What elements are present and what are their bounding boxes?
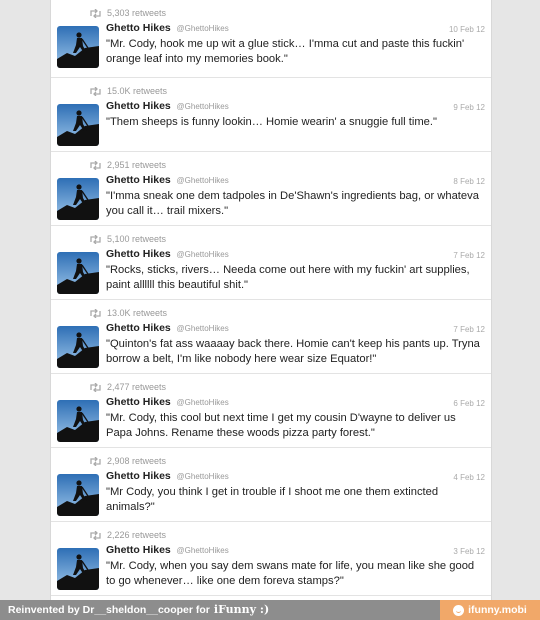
tweet-timeline: 5,303 retweets Ghetto Hikes @GhettoHikes… — [50, 0, 492, 600]
tweet-header: Ghetto Hikes @GhettoHikes — [106, 100, 229, 112]
account-handle[interactable]: @GhettoHikes — [177, 250, 229, 259]
tweet-item[interactable]: 5,100 retweets Ghetto Hikes @GhettoHikes… — [51, 226, 491, 300]
retweet-icon — [90, 86, 101, 96]
retweet-count: 2,908 retweets — [107, 456, 167, 466]
avatar[interactable] — [57, 326, 99, 368]
avatar[interactable] — [57, 104, 99, 146]
tweet-header: Ghetto Hikes @GhettoHikes — [106, 470, 229, 482]
tweet-text: "I'mma sneak one dem tadpoles in De'Shaw… — [106, 190, 479, 217]
retweet-info: 2,226 retweets — [89, 530, 166, 540]
tweet-text: "Mr. Cody, when you say dem swans mate f… — [106, 560, 475, 587]
avatar[interactable] — [57, 548, 99, 590]
tweet-date[interactable]: 6 Feb 12 — [453, 399, 485, 408]
tweet-item[interactable]: 2,908 retweets Ghetto Hikes @GhettoHikes… — [51, 448, 491, 522]
retweet-icon — [90, 530, 101, 540]
tweet-text: "Mr. Cody, this cool but next time I get… — [106, 412, 456, 439]
retweet-count: 15.0K retweets — [107, 86, 168, 96]
retweet-icon — [90, 456, 101, 466]
watermark-credit: Reinvented by Dr__sheldon__cooper for iFu… — [8, 603, 269, 616]
watermark-bar: Reinvented by Dr__sheldon__cooper for iFu… — [0, 600, 540, 620]
tweet-text: "Them sheeps is funny lookin… Homie wear… — [106, 116, 437, 128]
avatar[interactable] — [57, 26, 99, 68]
account-handle[interactable]: @GhettoHikes — [177, 102, 229, 111]
ifunny-brand: iFunny :) — [213, 603, 270, 616]
tweet-date[interactable]: 8 Feb 12 — [453, 177, 485, 186]
account-name[interactable]: Ghetto Hikes — [106, 100, 171, 112]
retweet-icon — [90, 308, 101, 318]
tweet-date[interactable]: 3 Feb 12 — [453, 547, 485, 556]
avatar[interactable] — [57, 474, 99, 516]
tweet-item[interactable]: 2,951 retweets Ghetto Hikes @GhettoHikes… — [51, 152, 491, 226]
tweet-header: Ghetto Hikes @GhettoHikes — [106, 322, 229, 334]
account-handle[interactable]: @GhettoHikes — [177, 398, 229, 407]
tweet-header: Ghetto Hikes @GhettoHikes — [106, 22, 229, 34]
retweet-icon — [90, 160, 101, 170]
retweet-info: 5,100 retweets — [89, 234, 166, 244]
tweet-item[interactable]: 15.0K retweets Ghetto Hikes @GhettoHikes… — [51, 78, 491, 152]
account-handle[interactable]: @GhettoHikes — [177, 176, 229, 185]
tweet-text: "Mr Cody, you think I get in trouble if … — [106, 486, 439, 513]
account-handle[interactable]: @GhettoHikes — [177, 24, 229, 33]
retweet-icon — [90, 234, 101, 244]
retweet-count: 5,100 retweets — [107, 234, 167, 244]
retweet-icon — [90, 382, 101, 392]
tweet-header: Ghetto Hikes @GhettoHikes — [106, 396, 229, 408]
account-name[interactable]: Ghetto Hikes — [106, 544, 171, 556]
tweet-text: "Mr. Cody, hook me up wit a glue stick… … — [106, 38, 465, 65]
account-name[interactable]: Ghetto Hikes — [106, 174, 171, 186]
avatar[interactable] — [57, 400, 99, 442]
retweet-count: 2,951 retweets — [107, 160, 167, 170]
account-name[interactable]: Ghetto Hikes — [106, 470, 171, 482]
account-name[interactable]: Ghetto Hikes — [106, 22, 171, 34]
retweet-count: 2,226 retweets — [107, 530, 167, 540]
tweet-date[interactable]: 4 Feb 12 — [453, 473, 485, 482]
tweet-date[interactable]: 9 Feb 12 — [453, 103, 485, 112]
retweet-count: 5,303 retweets — [107, 8, 167, 18]
tweet-header: Ghetto Hikes @GhettoHikes — [106, 544, 229, 556]
retweet-count: 2,477 retweets — [107, 382, 167, 392]
account-handle[interactable]: @GhettoHikes — [177, 324, 229, 333]
site-name: ifunny.mobi — [468, 604, 527, 616]
retweet-info: 15.0K retweets — [89, 86, 167, 96]
tweet-date[interactable]: 7 Feb 12 — [453, 251, 485, 260]
tweet-header: Ghetto Hikes @GhettoHikes — [106, 174, 229, 186]
tweet-item[interactable]: 13.0K retweets Ghetto Hikes @GhettoHikes… — [51, 300, 491, 374]
account-name[interactable]: Ghetto Hikes — [106, 322, 171, 334]
tweet-header: Ghetto Hikes @GhettoHikes — [106, 248, 229, 260]
tweet-item[interactable]: 5,303 retweets Ghetto Hikes @GhettoHikes… — [51, 0, 491, 78]
account-handle[interactable]: @GhettoHikes — [177, 472, 229, 481]
retweet-info: 2,477 retweets — [89, 382, 166, 392]
smiley-icon — [453, 604, 465, 616]
retweet-count: 13.0K retweets — [107, 308, 168, 318]
avatar[interactable] — [57, 178, 99, 220]
tweet-text: "Quinton's fat ass waaaay back there. Ho… — [106, 338, 480, 365]
retweet-info: 2,908 retweets — [89, 456, 166, 466]
retweet-icon — [90, 8, 101, 18]
credit-text: Reinvented by Dr__sheldon__cooper for — [8, 604, 210, 616]
tweet-date[interactable]: 10 Feb 12 — [449, 25, 485, 34]
retweet-info: 2,951 retweets — [89, 160, 166, 170]
retweet-info: 13.0K retweets — [89, 308, 167, 318]
tweet-date[interactable]: 7 Feb 12 — [453, 325, 485, 334]
tweet-text: "Rocks, sticks, rivers… Needa come out h… — [106, 264, 470, 291]
tweet-item[interactable]: 2,226 retweets Ghetto Hikes @GhettoHikes… — [51, 522, 491, 596]
ifunny-site-badge[interactable]: ifunny.mobi — [440, 600, 540, 620]
tweet-item[interactable]: 2,477 retweets Ghetto Hikes @GhettoHikes… — [51, 374, 491, 448]
retweet-info: 5,303 retweets — [89, 8, 166, 18]
account-name[interactable]: Ghetto Hikes — [106, 248, 171, 260]
avatar[interactable] — [57, 252, 99, 294]
account-handle[interactable]: @GhettoHikes — [177, 546, 229, 555]
account-name[interactable]: Ghetto Hikes — [106, 396, 171, 408]
